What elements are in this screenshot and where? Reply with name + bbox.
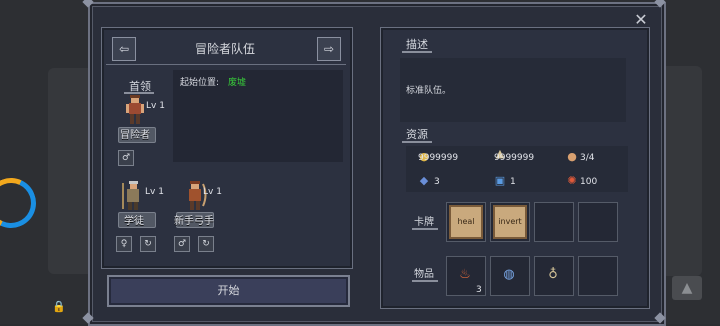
item-slot[interactable] [578, 256, 618, 296]
invert-card-icon[interactable]: invert [493, 205, 527, 239]
cards-label-underline [412, 228, 438, 230]
adventurer-sprite-icon [126, 95, 144, 124]
background-card-right [660, 66, 702, 276]
member-gender-button[interactable]: ♀ [116, 236, 132, 252]
start-button[interactable]: 开始 [107, 275, 350, 307]
background-chip: ▲ [672, 276, 702, 300]
prev-party-button[interactable]: ⇦ [112, 37, 136, 61]
member-level: Lv 1 [145, 187, 164, 197]
description-text: 标准队伍。 [406, 86, 452, 96]
member-swap-button[interactable]: ↻ [198, 236, 214, 252]
pouch-icon: ♁ [548, 267, 558, 282]
gold-value: 9999999 [418, 153, 459, 163]
items-label: 物品 [414, 269, 434, 280]
heal-card-icon[interactable]: heal [449, 205, 483, 239]
item-count: 3 [476, 285, 482, 295]
member-level: Lv 1 [203, 187, 222, 197]
scroll-icon: ▣ [494, 174, 506, 187]
apprentice-sprite-icon [122, 181, 139, 210]
resources-label: 资源 [406, 128, 428, 141]
gem-icon: ◆ [419, 174, 429, 187]
start-position-value: 废墟 [228, 78, 247, 88]
card-slot[interactable] [578, 202, 618, 242]
morale-value: 100 [580, 177, 598, 187]
start-position-label: 起始位置: [180, 78, 220, 88]
description-label: 描述 [406, 38, 428, 51]
member-swap-button[interactable]: ↻ [140, 236, 156, 252]
resources-label-underline [402, 141, 432, 143]
card-slot[interactable] [534, 202, 574, 242]
member-gender-button[interactable]: ♂ [174, 236, 190, 252]
orb-icon: ◍ [503, 267, 515, 282]
leader-level: Lv 1 [146, 101, 165, 111]
member-name: 学徒 [124, 216, 144, 227]
supplies-value: 9999999 [494, 153, 535, 163]
scrolls-value: 1 [510, 177, 516, 187]
member-name: 新手弓手 [174, 216, 214, 227]
cards-label: 卡牌 [414, 217, 434, 228]
gems-value: 3 [434, 177, 440, 187]
party-size-value: 3/4 [580, 153, 595, 163]
close-button[interactable]: ✕ [633, 12, 649, 28]
title-divider [106, 64, 346, 65]
morale-icon: ✺ [567, 174, 577, 187]
leader-name: 冒险者 [120, 130, 150, 141]
potion-icon: ♨ [459, 267, 471, 282]
next-party-button[interactable]: ⇨ [317, 37, 341, 61]
party-title: 冒险者队伍 [194, 42, 255, 56]
archer-sprite-icon [189, 181, 207, 210]
description-label-underline [402, 51, 432, 53]
leader-gender-button[interactable]: ♂ [118, 150, 134, 166]
party-member-icon: ● [567, 150, 577, 163]
items-label-underline [412, 280, 438, 282]
lock-icon: 🔒 [52, 300, 66, 313]
